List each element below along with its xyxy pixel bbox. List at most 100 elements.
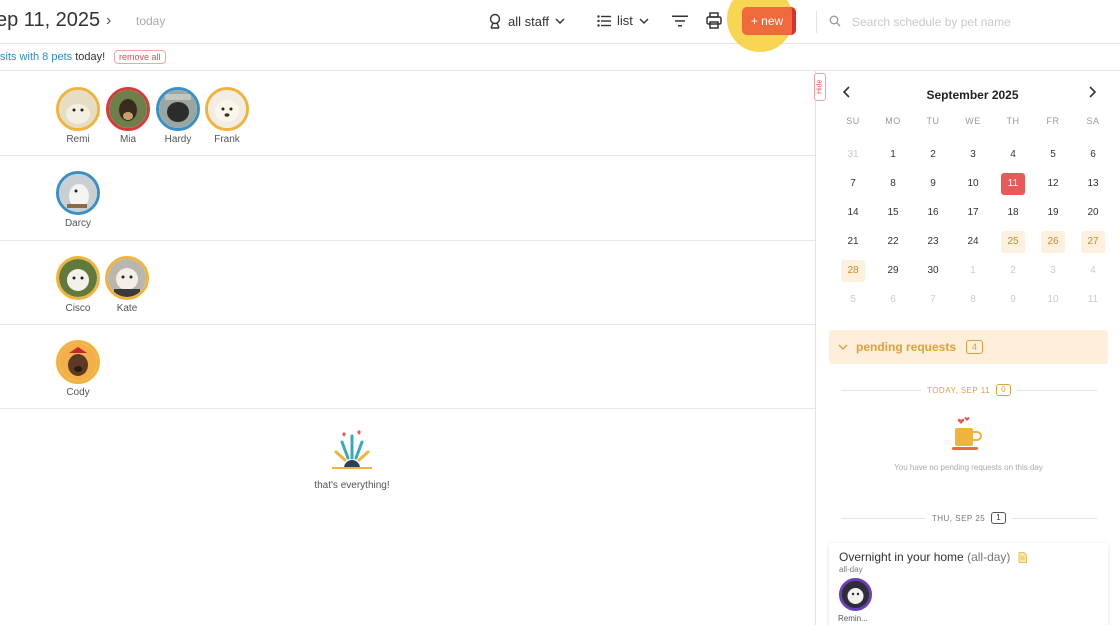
calendar-day[interactable]: 13 — [1073, 169, 1113, 198]
calendar-day[interactable]: 6 — [1073, 140, 1113, 169]
calendar-day[interactable]: 27 — [1073, 227, 1113, 256]
calendar-day[interactable]: 26 — [1033, 227, 1073, 256]
calendar-day[interactable]: 17 — [953, 198, 993, 227]
calendar-day[interactable]: 20 — [1073, 198, 1113, 227]
pet-avatar[interactable]: Mia — [103, 87, 153, 145]
summary-link[interactable]: sits with 8 pets — [0, 51, 72, 63]
calendar-day[interactable]: 10 — [953, 169, 993, 198]
calendar-day[interactable]: 10 — [1033, 285, 1073, 314]
calendar-day[interactable]: 21 — [833, 227, 873, 256]
calendar-day[interactable]: 1 — [953, 256, 993, 285]
calendar-day[interactable]: 25 — [993, 227, 1033, 256]
calendar-day[interactable]: 3 — [953, 140, 993, 169]
calendar-day-number: 10 — [1047, 294, 1059, 305]
calendar-day[interactable]: 16 — [913, 198, 953, 227]
calendar-day[interactable]: 22 — [873, 227, 913, 256]
pet-avatar[interactable]: Kate — [102, 256, 152, 314]
pet-avatar[interactable]: Cody — [53, 340, 103, 398]
pending-count-badge: 4 — [966, 340, 984, 354]
calendar-day-number: 3 — [970, 149, 976, 160]
calendar-day[interactable]: 7 — [833, 169, 873, 198]
calendar-day-number: 13 — [1087, 178, 1099, 189]
end-message: that's everything! — [314, 480, 390, 491]
calendar-day[interactable]: 24 — [953, 227, 993, 256]
calendar-day[interactable]: 2 — [993, 256, 1033, 285]
calendar-day[interactable]: 9 — [993, 285, 1033, 314]
calendar-day-number: 1 — [890, 149, 896, 160]
filter-icon — [672, 15, 688, 27]
calendar-day[interactable]: 6 — [873, 285, 913, 314]
calendar-day[interactable]: 29 — [873, 256, 913, 285]
calendar-day-number: 24 — [967, 236, 979, 247]
calendar-day-number: 16 — [927, 207, 939, 218]
search-input[interactable] — [852, 12, 1102, 32]
calendar-day[interactable]: 30 — [913, 256, 953, 285]
empty-pending-text: You have no pending requests on this day — [894, 463, 1043, 472]
chevron-left-icon[interactable] — [843, 86, 851, 98]
calendar-day-number: 31 — [847, 149, 859, 160]
calendar-day-number: 17 — [967, 207, 979, 218]
pet-avatar[interactable]: Cisco — [53, 256, 103, 314]
calendar-day[interactable]: 7 — [913, 285, 953, 314]
sidebar-panel: Hide September 2025 SU MO TU WE TH FR SA… — [814, 71, 1120, 625]
calendar-day[interactable]: 5 — [1033, 140, 1073, 169]
calendar-day-number: 21 — [847, 236, 859, 247]
calendar-day[interactable]: 4 — [993, 140, 1033, 169]
calendar-day[interactable]: 18 — [993, 198, 1033, 227]
weekday-label: MO — [885, 116, 901, 126]
request-card[interactable]: Overnight in your home (all-day) all-day… — [829, 543, 1108, 625]
calendar-day-number: 20 — [1087, 207, 1099, 218]
today-button[interactable]: today — [136, 14, 165, 28]
calendar-day-number: 8 — [890, 178, 896, 189]
staff-selector[interactable]: all staff — [488, 13, 565, 29]
calendar-day[interactable]: 4 — [1073, 256, 1113, 285]
calendar-day-number: 14 — [847, 207, 859, 218]
print-button[interactable] — [706, 12, 722, 34]
calendar-day[interactable]: 1 — [873, 140, 913, 169]
view-selector[interactable]: list — [597, 13, 649, 28]
visit-row[interactable]: Darcy — [0, 156, 815, 241]
calendar-day[interactable]: 31 — [833, 140, 873, 169]
request-title-suffix: (all-day) — [967, 550, 1011, 564]
pet-photo — [56, 171, 100, 215]
calendar-day[interactable]: 8 — [873, 169, 913, 198]
calendar-day-selected[interactable]: 11 — [993, 169, 1033, 198]
pet-avatar[interactable]: Frank — [202, 87, 252, 145]
calendar-day[interactable]: 19 — [1033, 198, 1073, 227]
calendar-day[interactable]: 28 — [833, 256, 873, 285]
pet-avatar[interactable] — [839, 578, 872, 611]
pending-day-label: THU, SEP 25 — [931, 513, 986, 523]
visit-row[interactable]: Remi Mia Hardy Frank — [0, 71, 815, 156]
calendar-day[interactable]: 12 — [1033, 169, 1073, 198]
calendar-day[interactable]: 14 — [833, 198, 873, 227]
calendar-day-number: 4 — [1010, 149, 1016, 160]
pending-day-count: 1 — [991, 512, 1007, 524]
chevron-right-icon[interactable] — [1088, 86, 1096, 98]
pet-avatar[interactable]: Darcy — [53, 171, 103, 229]
filter-button[interactable] — [672, 14, 688, 32]
visit-row[interactable]: Cisco Kate — [0, 241, 815, 325]
next-day-button[interactable]: › — [106, 12, 111, 30]
staff-selector-label: all staff — [508, 13, 549, 29]
calendar-day[interactable]: 15 — [873, 198, 913, 227]
person-badge-icon — [489, 13, 501, 29]
hide-sidebar-button[interactable]: Hide — [814, 73, 826, 101]
pet-avatar[interactable]: Remi — [53, 87, 103, 145]
pet-avatar[interactable]: Hardy — [153, 87, 203, 145]
calendar-day[interactable]: 23 — [913, 227, 953, 256]
calendar-day[interactable]: 5 — [833, 285, 873, 314]
visit-row[interactable]: Cody — [0, 325, 815, 409]
calendar-day-number: 29 — [887, 265, 899, 276]
pending-requests-toggle[interactable]: pending requests 4 — [829, 330, 1108, 364]
calendar-day[interactable]: 2 — [913, 140, 953, 169]
calendar-day[interactable]: 9 — [913, 169, 953, 198]
calendar-day[interactable]: 3 — [1033, 256, 1073, 285]
calendar-day[interactable]: 11 — [1073, 285, 1113, 314]
new-button[interactable]: + new — [742, 7, 796, 35]
calendar-day[interactable]: 8 — [953, 285, 993, 314]
end-of-list: that's everything! — [300, 428, 404, 491]
pet-name: Hardy — [164, 134, 192, 145]
pet-photo — [105, 256, 149, 300]
remove-all-button[interactable]: remove all — [114, 50, 166, 64]
chevron-down-icon — [555, 18, 565, 24]
